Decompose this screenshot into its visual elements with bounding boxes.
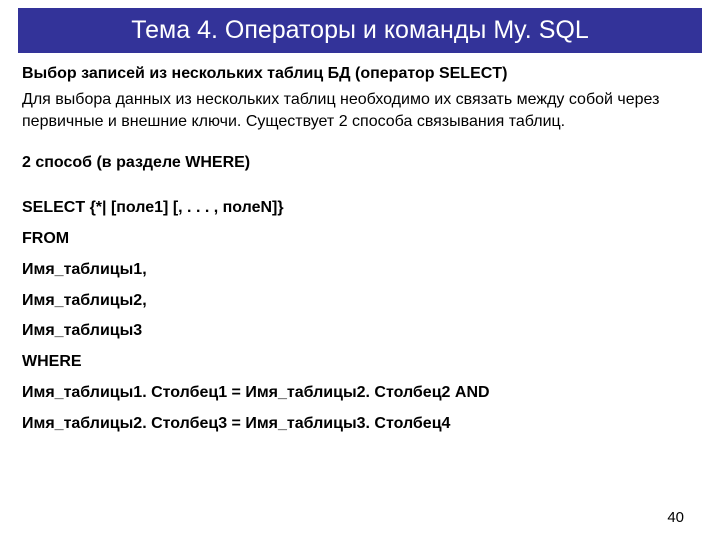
code-line: Имя_таблицы1, <box>22 260 698 281</box>
method-label: 2 способ (в разделе WHERE) <box>22 154 698 172</box>
slide-title-bar: Тема 4. Операторы и команды My. SQL <box>18 8 702 53</box>
code-line: WHERE <box>22 352 698 373</box>
code-line: SELECT {*| [поле1] [, . . . , полеN]} <box>22 198 698 219</box>
page-number: 40 <box>667 509 684 526</box>
slide-content: Выбор записей из нескольких таблиц БД (о… <box>0 53 720 435</box>
code-line: Имя_таблицы3 <box>22 321 698 342</box>
section-heading: Выбор записей из нескольких таблиц БД (о… <box>22 65 698 83</box>
description-text: Для выбора данных из нескольких таблиц н… <box>22 89 698 132</box>
code-line: Имя_таблицы2, <box>22 291 698 312</box>
code-line: Имя_таблицы2. Столбец3 = Имя_таблицы3. С… <box>22 414 698 435</box>
code-line: FROM <box>22 229 698 250</box>
slide-title: Тема 4. Операторы и команды My. SQL <box>38 16 682 45</box>
code-line: Имя_таблицы1. Столбец1 = Имя_таблицы2. С… <box>22 383 698 404</box>
